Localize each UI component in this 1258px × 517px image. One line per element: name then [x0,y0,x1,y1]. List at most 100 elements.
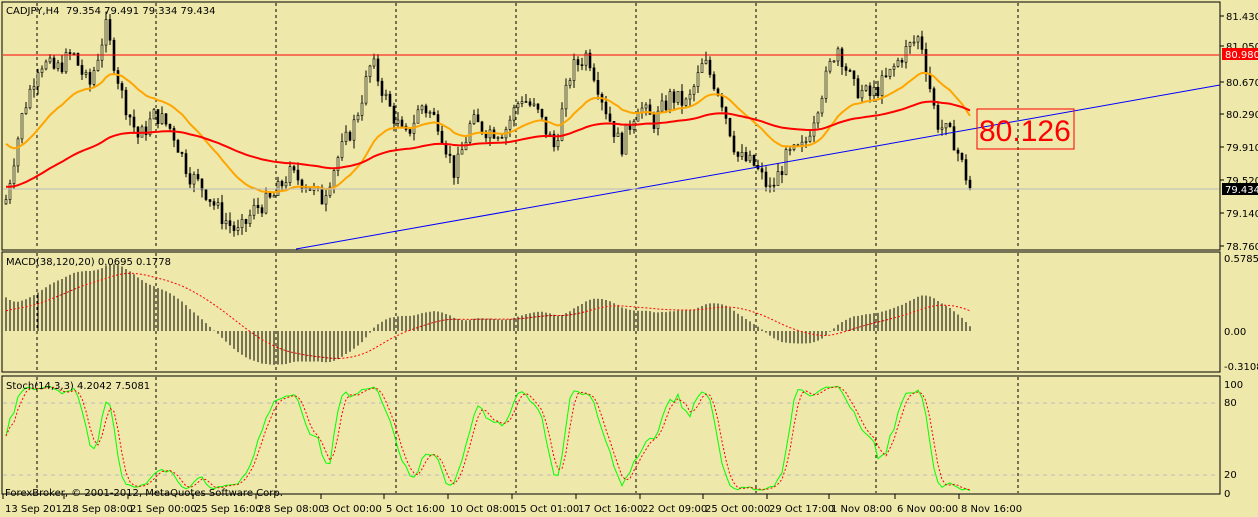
candle-body [700,63,704,73]
candle-body [184,153,188,174]
slow-ma-line [5,100,971,188]
candle-body [68,52,72,54]
chart-area[interactable]: 81.43081.05080.67080.29079.91079.52079.1… [0,0,1258,517]
candle-body [868,85,872,97]
macd-label: MACD(38,120,20) 0.0695 0.1778 [6,257,171,268]
candle-body [528,101,532,106]
candle-body [960,152,964,160]
candle-body [12,165,16,184]
candle-body [536,103,540,110]
candle-body [696,72,700,87]
candle-body [344,131,348,142]
candle-body [92,70,96,85]
time-tick-label: 6 Nov 00:00 [897,504,958,515]
candle-body [672,91,676,103]
candle-body [220,202,224,224]
candle-body [636,112,640,122]
candle-body [108,19,112,41]
macd-histogram [5,263,971,365]
candle-body [268,192,272,198]
candle-body [544,116,548,135]
candle-body [904,46,908,63]
candle-body [476,114,480,123]
candle-body [620,132,624,155]
candle-body [832,60,836,63]
candle-body [448,153,452,156]
candle-body [556,140,560,148]
candle-body [396,119,400,124]
candle-body [924,49,928,75]
candle-body [856,78,860,99]
candle-body [540,108,544,118]
candle-body [704,59,708,64]
candle-body [892,66,896,70]
candle-body [736,151,740,157]
candle-body [80,65,84,75]
candle-body [340,141,344,158]
candle-body [120,83,124,91]
candle-body [432,111,436,115]
candle-body [368,65,372,77]
candle-body [564,84,568,110]
candle-body [252,204,256,216]
macd-tick-label: -0.3108 [1224,362,1258,373]
candle-body [500,136,504,139]
candle-body [708,59,712,75]
time-tick-label: 1 Nov 08:00 [831,504,892,515]
candle-body [516,103,520,109]
candle-body [844,66,848,71]
candle-body [208,199,212,202]
candle-body [216,202,220,206]
candle-body [380,80,384,96]
candle-body [860,89,864,99]
time-tick-label: 8 Nov 16:00 [961,504,1022,515]
candle-body [192,174,196,185]
candle-body [520,101,524,104]
time-tick-label: 17 Oct 16:00 [578,504,643,515]
price-tick-label: 79.140 [1226,209,1258,220]
candle-body [276,180,280,196]
candle-body [576,59,580,66]
candle-body [824,70,828,99]
candle-body [968,179,972,189]
candle-body [760,168,764,173]
candle-body [644,104,648,109]
ohlc-label: 79.354 79.491 79.334 79.434 [66,6,216,17]
candle-body [84,72,88,75]
time-tick-label: 5 Oct 16:00 [386,504,445,515]
candle-body [264,192,268,214]
candle-body [748,154,752,162]
candle-body [624,124,628,155]
macd-tick-label: 0.00 [1224,327,1246,338]
candle-body [176,139,180,153]
candle-body [56,62,60,69]
candle-body [320,187,324,205]
bid-price-label: 79.434 [1225,185,1258,196]
price-tick-label: 80.290 [1226,110,1258,121]
candle-body [652,114,656,129]
candle-body [740,152,744,157]
candle-body [932,88,936,106]
candle-body [828,60,832,72]
candle-body [288,166,292,183]
price-tick-label: 79.910 [1226,143,1258,154]
candle-body [884,75,888,78]
candle-body [776,171,780,186]
candle-body [96,59,100,71]
candle-body [292,166,296,171]
candle-body [876,86,880,96]
candle-body [808,135,812,142]
candle-body [324,195,328,205]
time-tick-label: 25 Sep 16:00 [195,504,262,515]
candle-body [296,169,300,181]
line-price-label: 80.980 [1225,50,1258,61]
stoch-signal-line [5,386,971,491]
candle-body [388,93,392,107]
candle-body [152,109,156,120]
stoch-label: Stoch(14,3,3) 4.2042 7.5081 [6,381,150,392]
candle-body [128,114,132,118]
candle-body [680,90,684,106]
time-tick-label: 28 Sep 08:00 [258,504,325,515]
price-tick-label: 81.430 [1226,12,1258,23]
time-tick-label: 3 Oct 00:00 [323,504,382,515]
